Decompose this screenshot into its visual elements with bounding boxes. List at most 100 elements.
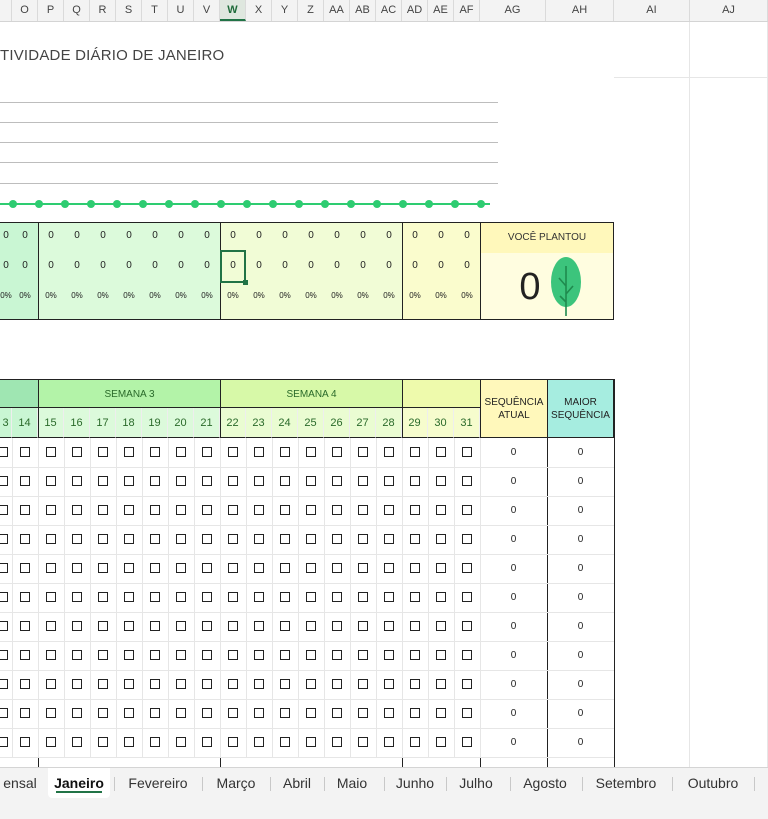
day-checkbox[interactable] — [124, 592, 134, 602]
day-checkbox[interactable] — [150, 592, 160, 602]
day-checkbox[interactable] — [228, 563, 238, 573]
column-header-ae[interactable]: AE — [428, 0, 454, 21]
day-checkbox[interactable] — [228, 505, 238, 515]
day-checkbox[interactable] — [228, 534, 238, 544]
day-checkbox[interactable] — [124, 447, 134, 457]
column-header-o[interactable]: O — [12, 0, 38, 21]
day-checkbox[interactable] — [436, 679, 446, 689]
day-checkbox[interactable] — [0, 447, 8, 457]
day-checkbox[interactable] — [150, 563, 160, 573]
column-header-ab[interactable]: AB — [350, 0, 376, 21]
day-checkbox[interactable] — [202, 650, 212, 660]
day-checkbox[interactable] — [124, 621, 134, 631]
day-checkbox[interactable] — [176, 621, 186, 631]
day-checkbox[interactable] — [228, 447, 238, 457]
day-checkbox[interactable] — [280, 563, 290, 573]
day-checkbox[interactable] — [410, 708, 420, 718]
day-checkbox[interactable] — [306, 592, 316, 602]
column-header-af[interactable]: AF — [454, 0, 480, 21]
day-checkbox[interactable] — [384, 592, 394, 602]
day-checkbox[interactable] — [306, 563, 316, 573]
day-checkbox[interactable] — [72, 592, 82, 602]
day-checkbox[interactable] — [176, 679, 186, 689]
day-checkbox[interactable] — [384, 679, 394, 689]
day-checkbox[interactable] — [98, 737, 108, 747]
day-checkbox[interactable] — [384, 563, 394, 573]
day-checkbox[interactable] — [436, 592, 446, 602]
sheet-tab-março[interactable]: Março — [204, 768, 268, 798]
day-checkbox[interactable] — [280, 650, 290, 660]
day-checkbox[interactable] — [20, 679, 30, 689]
day-checkbox[interactable] — [98, 621, 108, 631]
day-checkbox[interactable] — [0, 650, 8, 660]
day-checkbox[interactable] — [202, 592, 212, 602]
day-checkbox[interactable] — [202, 737, 212, 747]
day-checkbox[interactable] — [72, 679, 82, 689]
day-checkbox[interactable] — [150, 650, 160, 660]
column-header-x[interactable]: X — [246, 0, 272, 21]
sheet-tab-outubro[interactable]: Outubro — [674, 768, 752, 798]
day-checkbox[interactable] — [358, 476, 368, 486]
day-checkbox[interactable] — [150, 447, 160, 457]
day-checkbox[interactable] — [280, 592, 290, 602]
day-checkbox[interactable] — [358, 447, 368, 457]
day-checkbox[interactable] — [306, 447, 316, 457]
day-checkbox[interactable] — [384, 534, 394, 544]
day-checkbox[interactable] — [306, 476, 316, 486]
day-checkbox[interactable] — [410, 737, 420, 747]
day-checkbox[interactable] — [436, 447, 446, 457]
day-checkbox[interactable] — [20, 592, 30, 602]
day-checkbox[interactable] — [306, 737, 316, 747]
day-checkbox[interactable] — [72, 534, 82, 544]
day-checkbox[interactable] — [0, 737, 8, 747]
day-checkbox[interactable] — [384, 737, 394, 747]
day-checkbox[interactable] — [176, 447, 186, 457]
day-checkbox[interactable] — [254, 708, 264, 718]
day-checkbox[interactable] — [72, 621, 82, 631]
day-checkbox[interactable] — [332, 621, 342, 631]
day-checkbox[interactable] — [228, 679, 238, 689]
day-checkbox[interactable] — [98, 505, 108, 515]
day-checkbox[interactable] — [410, 534, 420, 544]
day-checkbox[interactable] — [410, 679, 420, 689]
day-checkbox[interactable] — [358, 505, 368, 515]
day-checkbox[interactable] — [202, 534, 212, 544]
day-checkbox[interactable] — [306, 650, 316, 660]
day-checkbox[interactable] — [462, 476, 472, 486]
day-checkbox[interactable] — [124, 679, 134, 689]
day-checkbox[interactable] — [98, 534, 108, 544]
day-checkbox[interactable] — [254, 621, 264, 631]
day-checkbox[interactable] — [332, 679, 342, 689]
day-checkbox[interactable] — [98, 708, 108, 718]
day-checkbox[interactable] — [228, 592, 238, 602]
day-checkbox[interactable] — [280, 621, 290, 631]
day-checkbox[interactable] — [280, 708, 290, 718]
day-checkbox[interactable] — [280, 447, 290, 457]
day-checkbox[interactable] — [46, 563, 56, 573]
day-checkbox[interactable] — [176, 592, 186, 602]
day-checkbox[interactable] — [358, 563, 368, 573]
day-checkbox[interactable] — [202, 447, 212, 457]
day-checkbox[interactable] — [150, 737, 160, 747]
day-checkbox[interactable] — [462, 563, 472, 573]
day-checkbox[interactable] — [46, 592, 56, 602]
column-header-ah[interactable]: AH — [546, 0, 614, 21]
day-checkbox[interactable] — [462, 650, 472, 660]
day-checkbox[interactable] — [306, 621, 316, 631]
day-checkbox[interactable] — [358, 621, 368, 631]
day-checkbox[interactable] — [306, 679, 316, 689]
day-checkbox[interactable] — [254, 592, 264, 602]
sheet-tab-janeiro[interactable]: Janeiro — [48, 768, 110, 798]
day-checkbox[interactable] — [150, 505, 160, 515]
day-checkbox[interactable] — [72, 505, 82, 515]
day-checkbox[interactable] — [436, 708, 446, 718]
day-checkbox[interactable] — [280, 505, 290, 515]
day-checkbox[interactable] — [384, 447, 394, 457]
day-checkbox[interactable] — [202, 563, 212, 573]
day-checkbox[interactable] — [202, 505, 212, 515]
day-checkbox[interactable] — [228, 650, 238, 660]
column-header-ad[interactable]: AD — [402, 0, 428, 21]
sheet-tab-setembro[interactable]: Setembro — [584, 768, 668, 798]
day-checkbox[interactable] — [72, 476, 82, 486]
sheet-tab-ensal[interactable]: ensal — [0, 768, 40, 798]
